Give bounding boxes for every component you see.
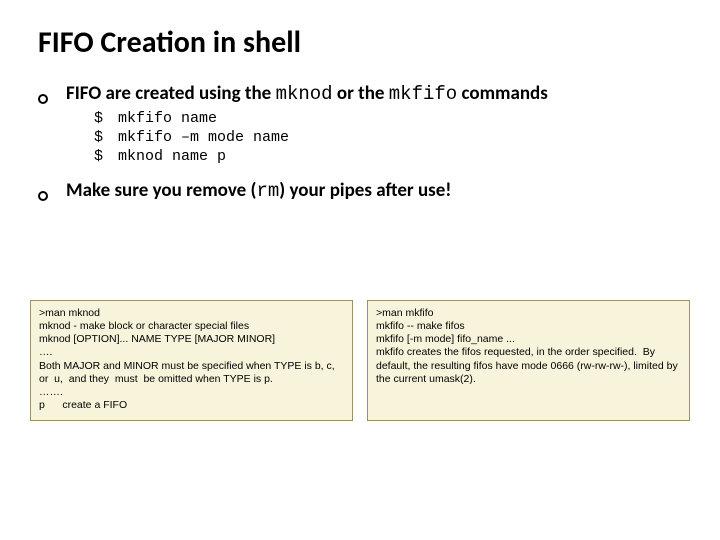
command-line: $ mkfifo –m mode name (94, 129, 690, 148)
man-mkfifo-box: >man mkfifo mkfifo -- make fifos mkfifo … (367, 300, 690, 421)
text-segment: or the (333, 82, 389, 105)
prompt-icon: $ (94, 110, 118, 129)
bullet-item-2: Make sure you remove (rm) your pipes aft… (38, 180, 690, 203)
bullet-icon (38, 180, 66, 203)
bullet-text-2: Make sure you remove (rm) your pipes aft… (66, 180, 690, 203)
bullet-item-1: FIFO are created using the mknod or the … (38, 83, 690, 106)
text-segment: ) your pipes after use! (279, 179, 451, 202)
text-segment: commands (457, 82, 548, 105)
command-line: $ mknod name p (94, 148, 690, 167)
command-line: $ mkfifo name (94, 110, 690, 129)
text-segment: FIFO are created using the (66, 82, 276, 105)
code-segment: mknod (276, 83, 333, 105)
bullet-icon (38, 83, 66, 106)
page-title: FIFO Creation in shell (38, 24, 690, 61)
prompt-icon: $ (94, 129, 118, 148)
text-segment: Make sure you remove ( (66, 179, 256, 202)
bullet-text-1: FIFO are created using the mknod or the … (66, 83, 690, 106)
command-list: $ mkfifo name $ mkfifo –m mode name $ mk… (94, 110, 690, 166)
command-text: mkfifo –m mode name (118, 129, 289, 148)
command-text: mkfifo name (118, 110, 217, 129)
command-text: mknod name p (118, 148, 226, 167)
body-content: FIFO are created using the mknod or the … (38, 83, 690, 203)
man-page-boxes: >man mknod mknod - make block or charact… (30, 300, 690, 421)
man-mknod-box: >man mknod mknod - make block or charact… (30, 300, 353, 421)
code-segment: rm (256, 180, 279, 202)
slide: FIFO Creation in shell FIFO are created … (0, 0, 720, 540)
prompt-icon: $ (94, 148, 118, 167)
code-segment: mkfifo (389, 83, 457, 105)
